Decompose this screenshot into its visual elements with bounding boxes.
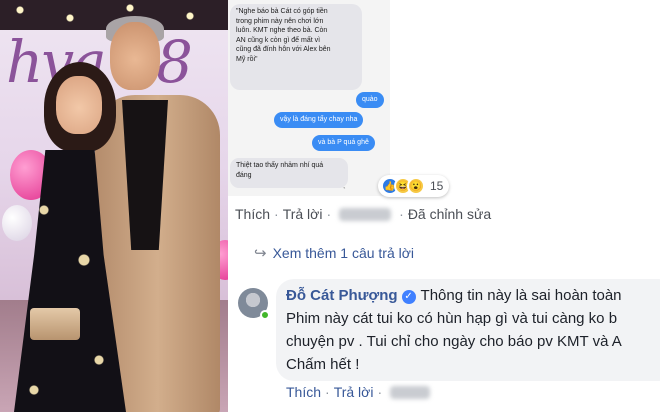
quote-line: cũng đã đính hôn với Alex bên — [236, 46, 331, 54]
comment-first-line: Đỗ Cát Phượng ✓ Thông tin này là sai hoàn … — [286, 287, 622, 304]
couple-photo: hva 18 — [0, 0, 228, 412]
white-balloon — [2, 205, 32, 241]
comment-text: Thông tin này là sai hoàn toàn — [420, 287, 622, 304]
separator: · — [377, 384, 383, 400]
view-more-replies-label: Xem thêm 1 câu trả lời — [272, 245, 415, 261]
verified-badge-icon: ✓ — [401, 290, 416, 304]
edited-label[interactable]: Đã chỉnh sửa — [408, 206, 491, 222]
wow-icon: 😮 — [407, 177, 425, 195]
comment-thread: "Nghe báo bà Cát có góp tiền trong phim … — [228, 0, 660, 412]
separator: · — [325, 384, 330, 400]
clutch-bag — [30, 308, 80, 340]
blurred-timestamp — [339, 207, 392, 221]
like-link[interactable]: Thích — [286, 384, 321, 400]
view-more-replies-link[interactable]: ↪ Xem thêm 1 câu trả lời — [254, 244, 414, 262]
quote-line: trong phim này nên chơi lớn — [236, 17, 324, 25]
sent-message-vay: vậy là đáng tẩy chay nha — [274, 112, 364, 128]
online-status-icon — [260, 310, 270, 320]
comment-actions: Thích · Trả lời · · Đã chỉnh sửa — [235, 206, 491, 222]
chat-screenshot: "Nghe báo bà Cát có góp tiền trong phim … — [228, 0, 390, 196]
comment-text: chuyện pv . Tui chỉ cho ngày cho báo pv … — [286, 333, 622, 350]
separator: · — [399, 206, 404, 222]
quote-line: "Nghe báo bà Cát có góp tiền — [236, 8, 328, 15]
man-face — [110, 22, 160, 90]
comment-author[interactable]: Đỗ Cát Phượng — [286, 287, 398, 304]
separator: · — [274, 206, 279, 222]
quoted-message: "Nghe báo bà Cát có góp tiền trong phim … — [230, 4, 362, 90]
quote-line: Mỹ rồi" — [236, 55, 258, 63]
message-line: đáng — [236, 171, 252, 179]
sent-message-bap: và bà P quá ghê — [312, 135, 375, 151]
woman-face — [56, 76, 102, 134]
reactions-summary[interactable]: 👍 😆 😮 15 — [378, 175, 450, 197]
comment-text: Phim này cát tui ko có hùn hạp gì và tui… — [286, 310, 618, 327]
sent-message-quao: quào — [356, 92, 384, 108]
blurred-timestamp — [390, 385, 431, 399]
reply-link[interactable]: Trả lời — [283, 206, 323, 222]
message-line: Thiệt tao thấy nhảm nhí quá — [236, 162, 324, 169]
quote-line: AN cũng k còn gì để mất vì — [236, 36, 321, 44]
like-link[interactable]: Thích — [235, 206, 270, 222]
reaction-count: 15 — [430, 179, 444, 193]
seen-icon: ◔ — [342, 186, 346, 192]
comment-text: Chấm hết ! — [286, 356, 360, 373]
quote-line: luôn. KMT nghe theo bà. Còn — [236, 27, 328, 35]
reply-comment-actions: Thích · Trả lời · — [286, 384, 434, 400]
separator: · — [326, 206, 332, 222]
received-message-thiet: Thiệt tao thấy nhảm nhí quá đáng — [230, 158, 348, 188]
reply-link[interactable]: Trả lời — [334, 384, 374, 400]
reply-arrow-icon: ↪ — [254, 245, 267, 262]
reply-comment: Đỗ Cát Phượng ✓ Thông tin này là sai hoàn … — [276, 279, 660, 381]
